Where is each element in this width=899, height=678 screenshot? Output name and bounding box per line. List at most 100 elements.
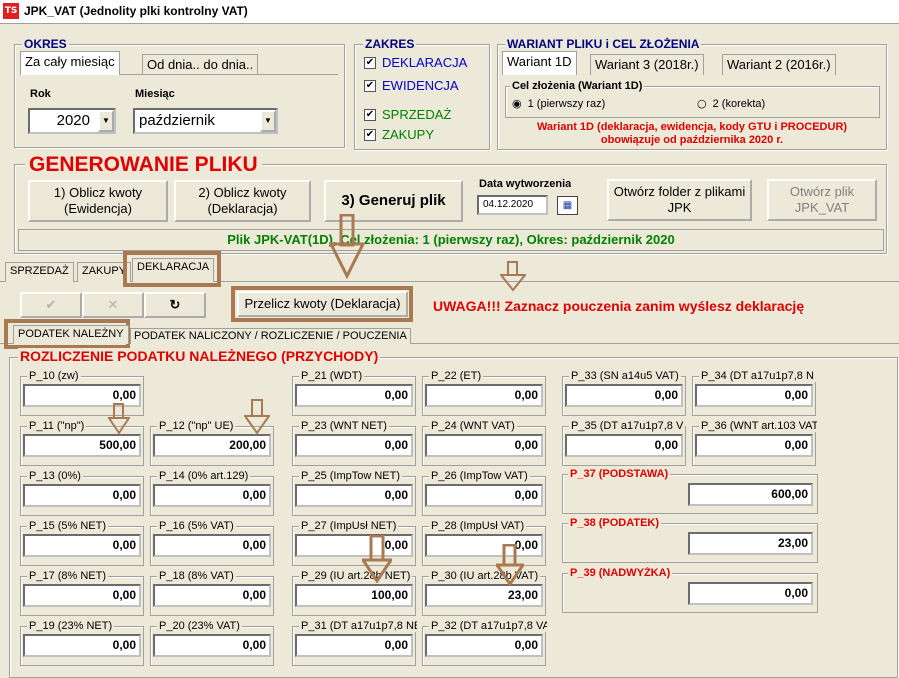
field-input-p22[interactable]: 0,00 bbox=[425, 384, 543, 407]
field-input-p36[interactable]: 0,00 bbox=[695, 434, 813, 457]
field-input-p30[interactable]: 23,00 bbox=[425, 584, 543, 607]
check-icon[interactable]: ✔ bbox=[364, 128, 376, 141]
radio-korekta[interactable]: ○ 2 (korekta) bbox=[697, 97, 765, 110]
field-input-p39[interactable]: 0,00 bbox=[688, 582, 813, 605]
field-input-p12[interactable]: 200,00 bbox=[153, 434, 271, 457]
field-label-p28: P_28 (ImpUsł VAT) bbox=[429, 520, 527, 532]
field-input-p27[interactable]: 0,00 bbox=[295, 534, 413, 557]
field-label-p18: P_18 (8% VAT) bbox=[157, 570, 236, 582]
field-input-p15[interactable]: 0,00 bbox=[23, 534, 141, 557]
field-input-p38[interactable]: 23,00 bbox=[688, 532, 813, 555]
field-label-p33: P_33 (SN a14u5 VAT) bbox=[569, 370, 681, 382]
field-label-p37: P_37 (PODSTAWA) bbox=[568, 468, 671, 480]
field-input-p11[interactable]: 500,00 bbox=[23, 434, 141, 457]
tab-wariant-3[interactable]: Wariant 3 (2018r.) bbox=[590, 54, 704, 75]
field-label-p35: P_35 (DT a17u1p7,8 V bbox=[569, 420, 686, 432]
field-input-p33[interactable]: 0,00 bbox=[565, 384, 683, 407]
calendar-icon[interactable]: ▦ bbox=[557, 196, 578, 215]
field-input-p20[interactable]: 0,00 bbox=[153, 634, 271, 657]
check-icon[interactable]: ✔ bbox=[364, 79, 376, 92]
okres-label: OKRES bbox=[22, 37, 69, 51]
tab-za-caly-miesiac[interactable]: Za cały miesiąc bbox=[20, 51, 120, 75]
ewidencja-label: EWIDENCJA bbox=[382, 78, 459, 93]
field-input-p13[interactable]: 0,00 bbox=[23, 484, 141, 507]
tab-wariant-2[interactable]: Wariant 2 (2016r.) bbox=[722, 54, 836, 75]
field-input-p24[interactable]: 0,00 bbox=[425, 434, 543, 457]
field-input-p28[interactable]: 0,00 bbox=[425, 534, 543, 557]
wariant-note: Wariant 1D (deklaracja, ewidencja, kody … bbox=[536, 121, 848, 146]
field-input-p35[interactable]: 0,00 bbox=[565, 434, 683, 457]
annotation-arrow-p30 bbox=[494, 543, 526, 587]
window-title: JPK_VAT (Jednolity plki kontrolny VAT) bbox=[24, 4, 248, 18]
radio-empty-icon[interactable]: ○ bbox=[697, 97, 707, 110]
field-label-p16: P_16 (5% VAT) bbox=[157, 520, 236, 532]
field-label-p20: P_20 (23% VAT) bbox=[157, 620, 242, 632]
field-input-p29[interactable]: 100,00 bbox=[295, 584, 413, 607]
field-input-p19[interactable]: 0,00 bbox=[23, 634, 141, 657]
tab-deklaracja[interactable]: DEKLARACJA bbox=[132, 258, 215, 282]
field-label-p14: P_14 (0% art.129) bbox=[157, 470, 251, 482]
otworz-plik-button[interactable]: Otwórz plik JPK_VAT bbox=[767, 179, 877, 221]
field-input-p14[interactable]: 0,00 bbox=[153, 484, 271, 507]
miesiac-select[interactable]: październik ▼ bbox=[133, 108, 278, 134]
rok-select[interactable]: 2020 ▼ bbox=[28, 108, 116, 134]
otworz-folder-button[interactable]: Otwórz folder z plikami JPK bbox=[607, 179, 752, 221]
field-input-p18[interactable]: 0,00 bbox=[153, 584, 271, 607]
annotation-arrow-p11 bbox=[107, 403, 131, 435]
field-label-p19: P_19 (23% NET) bbox=[27, 620, 115, 632]
field-label-p32: P_32 (DT a17u1p7,8 VAT) bbox=[429, 620, 547, 632]
check-icon[interactable]: ✔ bbox=[364, 56, 376, 69]
chevron-down-icon[interactable]: ▼ bbox=[260, 110, 276, 132]
field-label-p13: P_13 (0%) bbox=[27, 470, 83, 482]
radio-korekta-label: 2 (korekta) bbox=[712, 97, 766, 110]
zakupy-label: ZAKUPY bbox=[382, 127, 435, 142]
tab-sprzedaz[interactable]: SPRZEDAŻ bbox=[5, 262, 74, 282]
cancel-button[interactable]: ✕ bbox=[82, 292, 144, 318]
field-label-p23: P_23 (WNT NET) bbox=[299, 420, 389, 432]
annotation-arrow-generuj bbox=[328, 213, 368, 280]
field-input-p26[interactable]: 0,00 bbox=[425, 484, 543, 507]
miesiac-label: Miesiąc bbox=[135, 88, 175, 100]
cel-zlozenia-label: Cel złożenia (Wariant 1D) bbox=[510, 80, 645, 92]
refresh-button[interactable]: ↻ bbox=[144, 292, 206, 318]
oblicz-deklaracja-button[interactable]: 2) Oblicz kwoty (Deklaracja) bbox=[174, 180, 311, 222]
field-input-p34[interactable]: 0,00 bbox=[695, 384, 813, 407]
field-input-p32[interactable]: 0,00 bbox=[425, 634, 543, 657]
field-input-p21[interactable]: 0,00 bbox=[295, 384, 413, 407]
checkbox-deklaracja[interactable]: ✔ DEKLARACJA bbox=[364, 55, 467, 70]
field-input-p31[interactable]: 0,00 bbox=[295, 634, 413, 657]
checkbox-sprzedaz[interactable]: ✔ SPRZEDAŻ bbox=[364, 107, 451, 122]
tab-wariant-1d[interactable]: Wariant 1D bbox=[502, 51, 577, 75]
field-input-p17[interactable]: 0,00 bbox=[23, 584, 141, 607]
radio-selected-icon[interactable]: ◉ bbox=[512, 97, 522, 110]
rok-label: Rok bbox=[30, 88, 51, 100]
annotation-arrow-p29 bbox=[360, 534, 394, 584]
section-title: ROZLICZENIE PODATKU NALEŻNEGO (PRZYCHODY… bbox=[18, 348, 381, 364]
field-label-p21: P_21 (WDT) bbox=[299, 370, 365, 382]
radio-pierwszy-raz-label: 1 (pierwszy raz) bbox=[527, 97, 606, 110]
field-input-p16[interactable]: 0,00 bbox=[153, 534, 271, 557]
oblicz-ewidencja-button[interactable]: 1) Oblicz kwoty (Ewidencja) bbox=[28, 180, 168, 222]
deklaracja-label: DEKLARACJA bbox=[382, 55, 468, 70]
checkbox-ewidencja[interactable]: ✔ EWIDENCJA bbox=[364, 78, 459, 93]
app-icon: TS bbox=[3, 3, 19, 19]
field-input-p37[interactable]: 600,00 bbox=[688, 483, 813, 506]
field-label-p25: P_25 (ImpTow NET) bbox=[299, 470, 403, 482]
check-icon[interactable]: ✔ bbox=[364, 108, 376, 121]
radio-pierwszy-raz[interactable]: ◉ 1 (pierwszy raz) bbox=[512, 97, 605, 110]
tab-podatek-nalezny[interactable]: PODATEK NALEŻNY bbox=[13, 325, 129, 344]
field-label-p10: P_10 (zw) bbox=[27, 370, 81, 382]
field-label-p11: P_11 ("np") bbox=[27, 420, 87, 432]
title-bar: TS JPK_VAT (Jednolity plki kontrolny VAT… bbox=[0, 0, 899, 24]
przelicz-kwoty-button[interactable]: Przelicz kwoty (Deklaracja) bbox=[237, 291, 408, 317]
field-input-p23[interactable]: 0,00 bbox=[295, 434, 413, 457]
checkbox-zakupy[interactable]: ✔ ZAKUPY bbox=[364, 127, 434, 142]
tab-od-dnia-do-dnia[interactable]: Od dnia.. do dnia.. bbox=[142, 54, 259, 75]
field-input-p25[interactable]: 0,00 bbox=[295, 484, 413, 507]
tab-podatek-naliczony[interactable]: PODATEK NALICZONY / ROZLICZENIE / POUCZE… bbox=[130, 328, 411, 344]
status-bar: Plik JPK-VAT(1D), Cel złożenia: 1 (pierw… bbox=[18, 229, 884, 251]
annotation-arrow-warning bbox=[498, 261, 528, 293]
confirm-button[interactable]: ✔ bbox=[20, 292, 82, 318]
data-wytworzenia-input[interactable]: 04.12.2020 bbox=[477, 195, 548, 215]
chevron-down-icon[interactable]: ▼ bbox=[98, 110, 114, 132]
